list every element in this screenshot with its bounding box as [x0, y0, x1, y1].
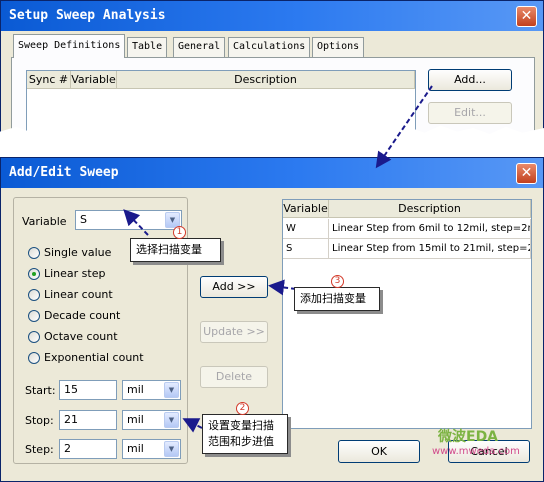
- arrow-to-range: [182, 418, 203, 433]
- arrow-to-variable: [123, 209, 149, 236]
- arrow-to-dialog: [375, 85, 433, 169]
- callout-add-variable: 添加扫描变量: [294, 287, 380, 311]
- watermark-url: www.mweda.com: [432, 446, 520, 457]
- callout-line-2: 范围和步进值: [208, 435, 274, 448]
- arrow-to-add: [268, 279, 297, 296]
- annotation-arrows: [123, 85, 433, 433]
- tab-sweep-definitions[interactable]: Sweep Definitions: [13, 34, 126, 58]
- callout-line-1: 设置变量扫描: [208, 419, 274, 432]
- callout-badge-1: 1: [173, 226, 186, 239]
- callout-set-range: 设置变量扫描 范围和步进值: [202, 414, 288, 454]
- callout-badge-3: 3: [331, 275, 344, 288]
- callout-badge-2: 2: [236, 402, 249, 415]
- watermark-logo-text: 微波EDA: [438, 429, 499, 445]
- callout-select-variable: 选择扫描变量: [130, 238, 221, 262]
